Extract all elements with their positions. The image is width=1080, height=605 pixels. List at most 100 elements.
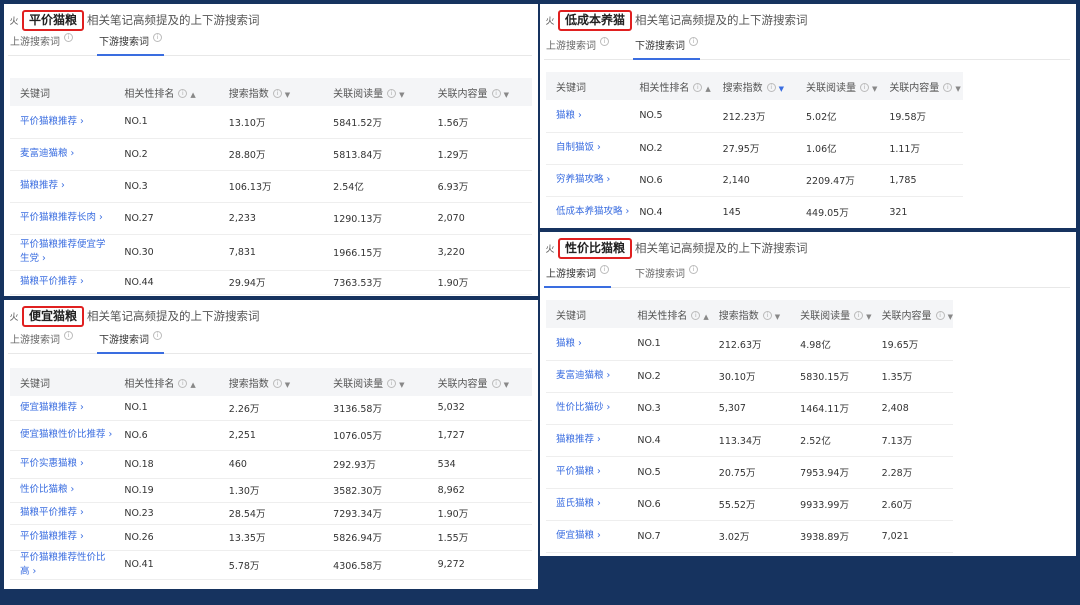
info-icon: i: [600, 37, 609, 46]
sort-arrow-icon[interactable]: ▲: [190, 91, 195, 99]
column-header-label: 相关性排名: [124, 88, 175, 100]
keyword-link[interactable]: 麦富迪猫粮 ›: [10, 138, 115, 171]
sort-arrow-icon[interactable]: ▼: [775, 313, 780, 321]
sort-arrow-icon[interactable]: ▲: [190, 381, 195, 389]
column-header[interactable]: 相关性排名 i ▲: [114, 78, 219, 106]
fire-icon: 火: [545, 16, 555, 27]
column-header[interactable]: 关联阅读量 i ▼: [323, 368, 428, 396]
cell-value: 3136.58万: [323, 396, 428, 421]
keyword-tag: 低成本养猫: [558, 9, 633, 31]
tab-upstream[interactable]: 上游搜索词 i: [544, 34, 611, 59]
keyword-link[interactable]: 猫粮推荐 ›: [546, 424, 628, 457]
tab-upstream[interactable]: 上游搜索词 i: [8, 30, 75, 55]
sort-arrow-icon[interactable]: ▲: [703, 313, 708, 321]
keyword-link[interactable]: 麦富迪猫粮 ›: [546, 360, 628, 393]
column-header[interactable]: 关联阅读量 i ▼: [795, 72, 880, 100]
keyword-link[interactable]: 性价比猫粮 ›: [10, 478, 115, 503]
keyword-link[interactable]: 性价比猫砂 ›: [546, 392, 628, 425]
cell-value: NO.1: [114, 396, 219, 421]
table-row: 平价猫粮推荐 › NO.1 13.10万 5841.52万 1.56万: [10, 106, 532, 139]
info-icon: i: [693, 83, 703, 92]
sort-arrow-icon[interactable]: ▼: [872, 85, 877, 93]
keyword-link[interactable]: 猫粮 ›: [546, 328, 628, 361]
column-header[interactable]: 关联内容量 i ▼: [871, 300, 953, 328]
keyword-link[interactable]: 平价猫粮推荐性价比高 ›: [10, 550, 115, 580]
cell-value: 7953.94万: [790, 456, 872, 489]
keyword-link[interactable]: 低成本养猫攻略 ›: [546, 196, 630, 228]
keyword-link[interactable]: 便宜猫粮 ›: [546, 520, 628, 553]
cell-value: 28.80万: [218, 138, 324, 171]
column-header[interactable]: 关联阅读量 i ▼: [790, 300, 872, 328]
tab-upstream[interactable]: 上游搜索词 i: [8, 328, 75, 353]
sort-arrow-icon[interactable]: ▼: [948, 313, 953, 321]
tab-downstream[interactable]: 下游搜索词 i: [633, 262, 700, 287]
tab-bar: 上游搜索词 i 下游搜索词 i: [544, 34, 1070, 60]
cell-value: 1.30万: [218, 478, 324, 503]
cell-value: NO.2: [114, 138, 219, 171]
tab-downstream[interactable]: 下游搜索词 i: [97, 30, 164, 56]
keyword-link[interactable]: 平价猫粮推荐长肉 ›: [10, 202, 115, 235]
sort-arrow-icon[interactable]: ▼: [504, 91, 509, 99]
column-header[interactable]: 关联内容量 i ▼: [427, 368, 532, 396]
sort-arrow-icon[interactable]: ▼: [779, 85, 784, 93]
cell-value: 28.54万: [218, 502, 324, 525]
keyword-link[interactable]: 便宜猫粮性价比推荐 ›: [10, 420, 115, 451]
cell-value: 2,408: [871, 392, 953, 425]
column-header[interactable]: 关联内容量 i ▼: [427, 78, 532, 106]
info-icon: i: [689, 37, 698, 46]
tab-downstream[interactable]: 下游搜索词 i: [97, 328, 164, 354]
column-header[interactable]: 相关性排名 i ▲: [627, 300, 709, 328]
keyword-link[interactable]: 猫粮平价推荐 ›: [10, 502, 115, 525]
sort-arrow-icon[interactable]: ▲: [705, 85, 710, 93]
column-header-label: 关联阅读量: [333, 88, 384, 100]
keyword-link[interactable]: 平价实惠猫粮 ›: [10, 450, 115, 479]
tab-upstream[interactable]: 上游搜索词 i: [544, 262, 611, 288]
cell-value: 1.11万: [879, 132, 963, 165]
panel-subtitle: 相关笔记高频提及的上下游搜索词: [87, 309, 260, 323]
keyword-link[interactable]: 平价猫粮推荐便宜学生党 ›: [10, 234, 115, 271]
info-icon: i: [153, 331, 162, 340]
column-header[interactable]: 搜索指数 i ▼: [712, 72, 796, 100]
column-header[interactable]: 相关性排名 i ▲: [114, 368, 219, 396]
keyword-link[interactable]: 平价猫粮推荐 ›: [10, 106, 115, 139]
keyword-link[interactable]: 便宜猫粮推荐 ›: [10, 396, 115, 421]
cell-value: 5.78万: [218, 550, 324, 580]
column-header[interactable]: 搜索指数 i ▼: [218, 368, 324, 396]
table-row: 猫粮平价推荐 › NO.44 29.94万 7363.53万 1.90万: [10, 270, 532, 295]
keyword-link[interactable]: 自制猫饭 ›: [546, 132, 630, 165]
cell-value: 145: [712, 196, 796, 228]
table-header-row: 关键词 相关性排名 i ▲ 搜索指数 i ▼ 关联阅读量 i ▼ 关联内容量 i ▼: [546, 72, 963, 100]
cell-value: 13.35万: [218, 524, 324, 551]
cell-value: 106.13万: [218, 170, 324, 203]
column-header-label: 相关性排名: [124, 378, 175, 390]
column-header[interactable]: 关联内容量 i ▼: [879, 72, 963, 100]
sort-arrow-icon[interactable]: ▼: [504, 381, 509, 389]
sort-arrow-icon[interactable]: ▼: [955, 85, 960, 93]
sort-arrow-icon[interactable]: ▼: [866, 313, 871, 321]
sort-arrow-icon[interactable]: ▼: [399, 381, 404, 389]
keyword-link[interactable]: 猫粮推荐 ›: [10, 170, 115, 203]
sort-arrow-icon[interactable]: ▼: [285, 381, 290, 389]
keyword-link[interactable]: 穷养猫攻略 ›: [546, 164, 630, 197]
column-header[interactable]: 搜索指数 i ▼: [218, 78, 324, 106]
column-header[interactable]: 相关性排名 i ▲: [629, 72, 713, 100]
cell-value: 2,070: [427, 202, 532, 235]
sort-arrow-icon[interactable]: ▼: [399, 91, 404, 99]
column-header[interactable]: 搜索指数 i ▼: [708, 300, 791, 328]
cell-value: 5.02亿: [795, 100, 880, 133]
cell-value: 19.58万: [879, 100, 963, 133]
tab-downstream[interactable]: 下游搜索词 i: [633, 34, 700, 60]
keyword-link[interactable]: 平价猫粮推荐 ›: [10, 524, 115, 551]
keyword-link[interactable]: 猫粮平价推荐 ›: [10, 270, 115, 295]
column-header[interactable]: 关联阅读量 i ▼: [323, 78, 428, 106]
sort-arrow-icon[interactable]: ▼: [285, 91, 290, 99]
cell-value: NO.6: [627, 488, 709, 521]
table-row: 平价猫粮推荐 › NO.26 13.35万 5826.94万 1.55万: [10, 524, 532, 551]
cell-value: 5813.84万: [323, 138, 428, 171]
cell-value: 19.65万: [871, 328, 953, 361]
keyword-link[interactable]: 猫粮 ›: [546, 100, 630, 133]
keyword-link[interactable]: 蓝氏猫粮 ›: [546, 488, 628, 521]
cell-value: NO.1: [114, 106, 219, 139]
keyword-link[interactable]: 平价猫粮 ›: [546, 456, 628, 489]
cell-value: NO.2: [627, 360, 709, 393]
